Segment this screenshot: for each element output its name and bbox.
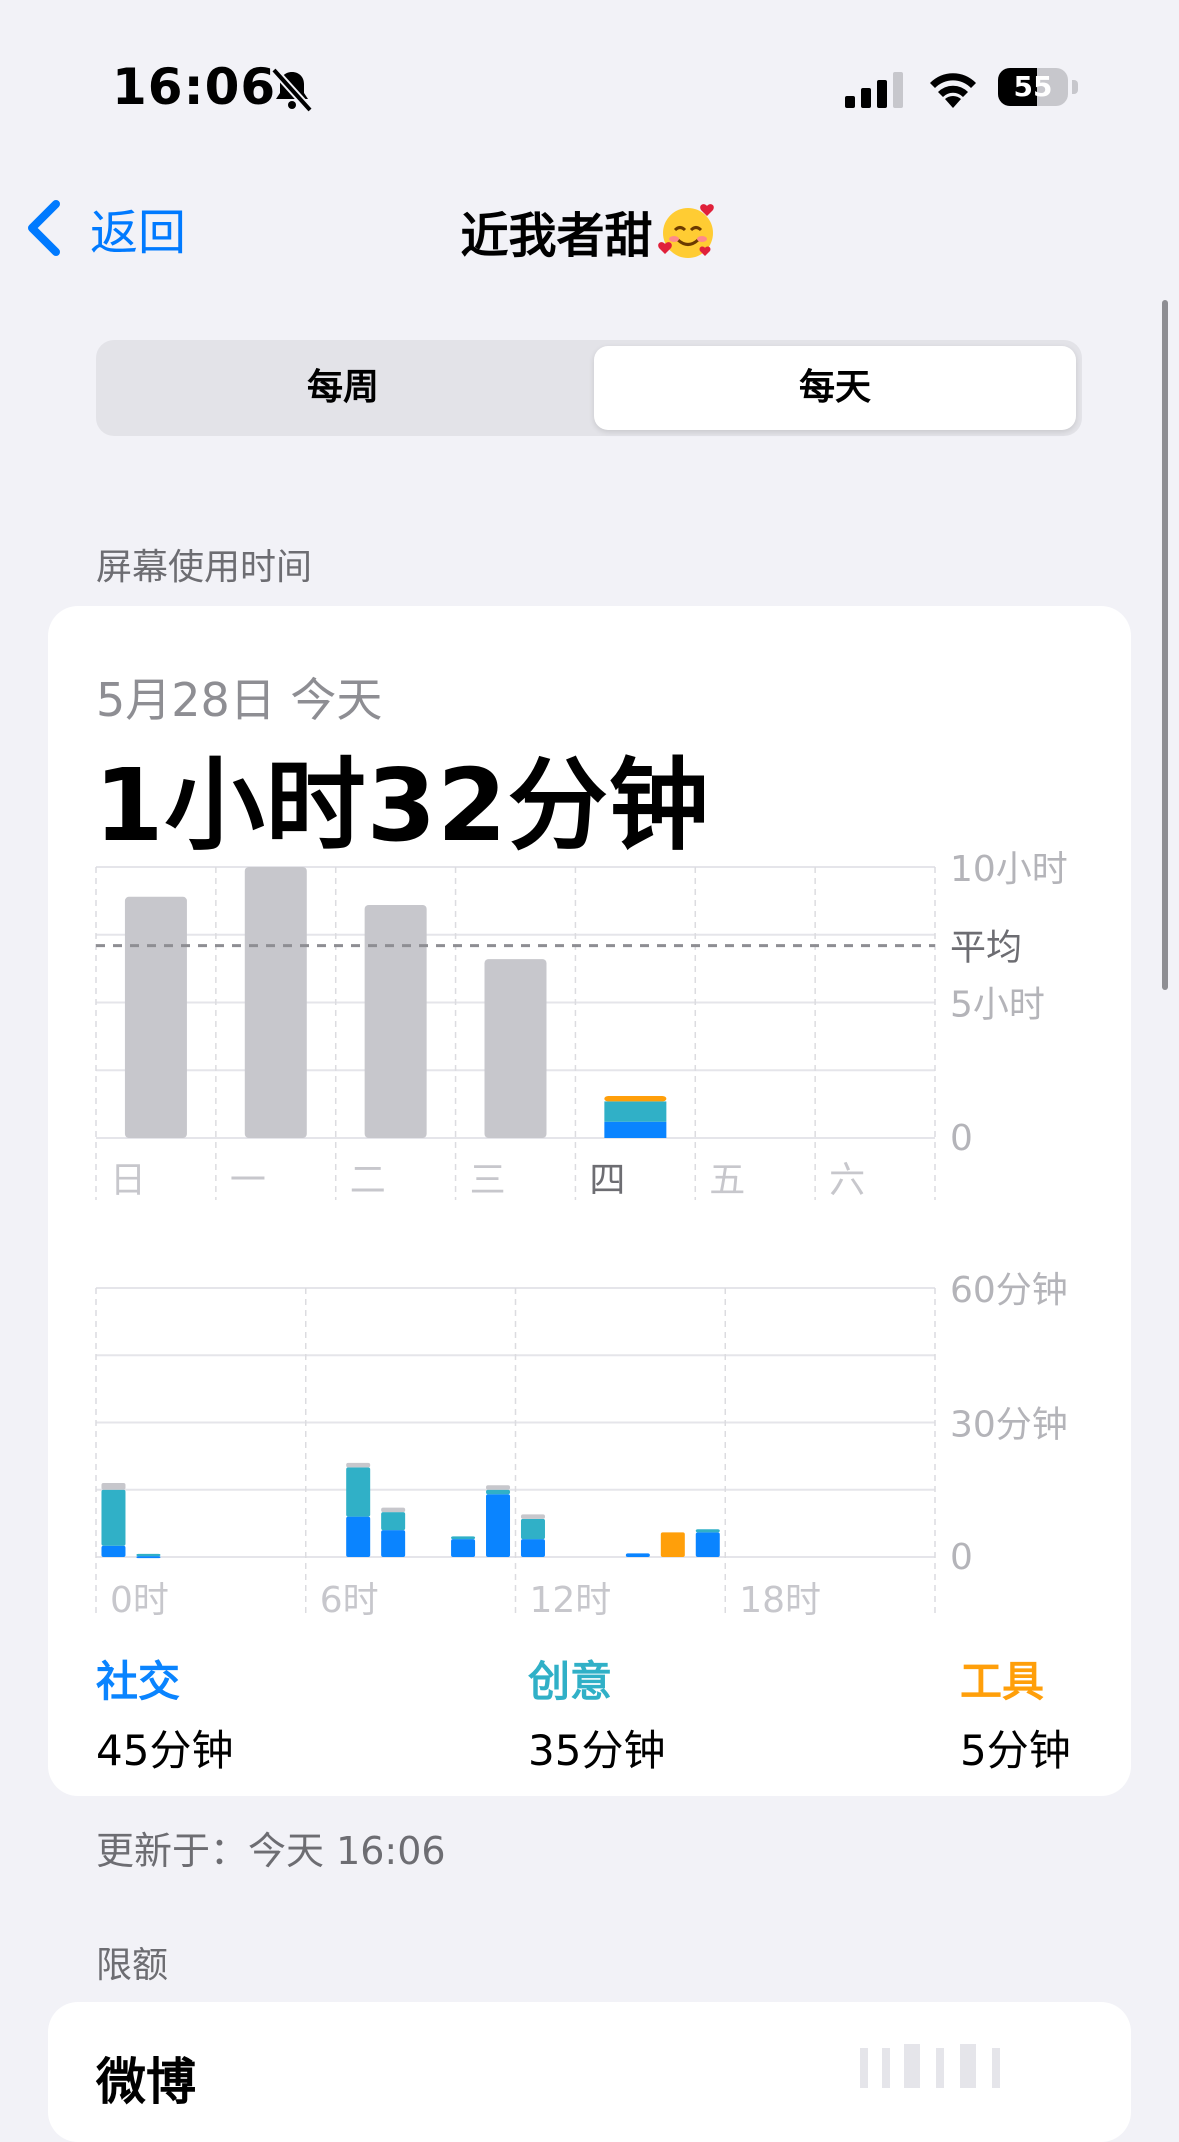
category-creative-value: 35分钟 — [528, 1726, 666, 1775]
hour-tick-label: 12时 — [530, 1580, 612, 1621]
category-tools-value: 5分钟 — [960, 1726, 1071, 1775]
limit-app-name: 微博 — [96, 2053, 196, 2111]
category-social-value: 45分钟 — [96, 1726, 234, 1775]
scrollbar[interactable] — [1162, 300, 1168, 990]
hour-bar — [136, 1553, 161, 1557]
hour-bar — [346, 1516, 371, 1557]
category-social-name: 社交 — [96, 1657, 181, 1706]
hour-bar — [346, 1462, 371, 1468]
section-label-limits: 限额 — [96, 1945, 169, 1986]
hour-bar — [346, 1467, 371, 1517]
hour-bar — [486, 1489, 511, 1495]
updated-time: 更新于：今天 16:06 — [96, 1829, 446, 1873]
hour-bar — [101, 1483, 126, 1490]
hour-bar — [451, 1539, 476, 1557]
y-tick-label: 60分钟 — [950, 1270, 1068, 1311]
hour-bar — [486, 1485, 511, 1490]
hour-bar — [660, 1532, 685, 1557]
hour-bar — [381, 1530, 406, 1557]
hour-tick-label: 18时 — [739, 1580, 821, 1621]
y-tick-label: 30分钟 — [950, 1405, 1068, 1446]
hour-bar — [520, 1539, 545, 1557]
hour-bar — [101, 1489, 126, 1546]
hour-tick-label: 0时 — [110, 1580, 169, 1621]
y-tick-label: 0 — [950, 1537, 973, 1578]
category-tools-name: 工具 — [960, 1657, 1045, 1706]
hourly-usage-chart: 0时 6时 12时 18时 60分钟 30分钟 0 — [95, 1270, 1068, 1621]
hour-bar — [101, 1545, 126, 1557]
hour-bar — [695, 1529, 720, 1533]
hour-bar — [451, 1536, 476, 1540]
watermark-bars-icon — [860, 2044, 1000, 2088]
hour-bar — [695, 1532, 720, 1557]
hour-bar — [136, 1556, 161, 1559]
hour-bar — [381, 1507, 406, 1513]
hour-bar — [625, 1553, 650, 1557]
hour-bar — [486, 1494, 511, 1557]
category-social: 社交 45分钟 — [96, 1648, 233, 1778]
hour-tick-label: 6时 — [320, 1580, 379, 1621]
category-tools: 工具 5分钟 — [960, 1648, 1071, 1778]
hour-bar — [520, 1518, 545, 1540]
hour-bar — [381, 1512, 406, 1531]
category-creative-name: 创意 — [528, 1657, 613, 1706]
category-creative: 创意 35分钟 — [528, 1648, 665, 1778]
hour-bar — [520, 1514, 545, 1519]
